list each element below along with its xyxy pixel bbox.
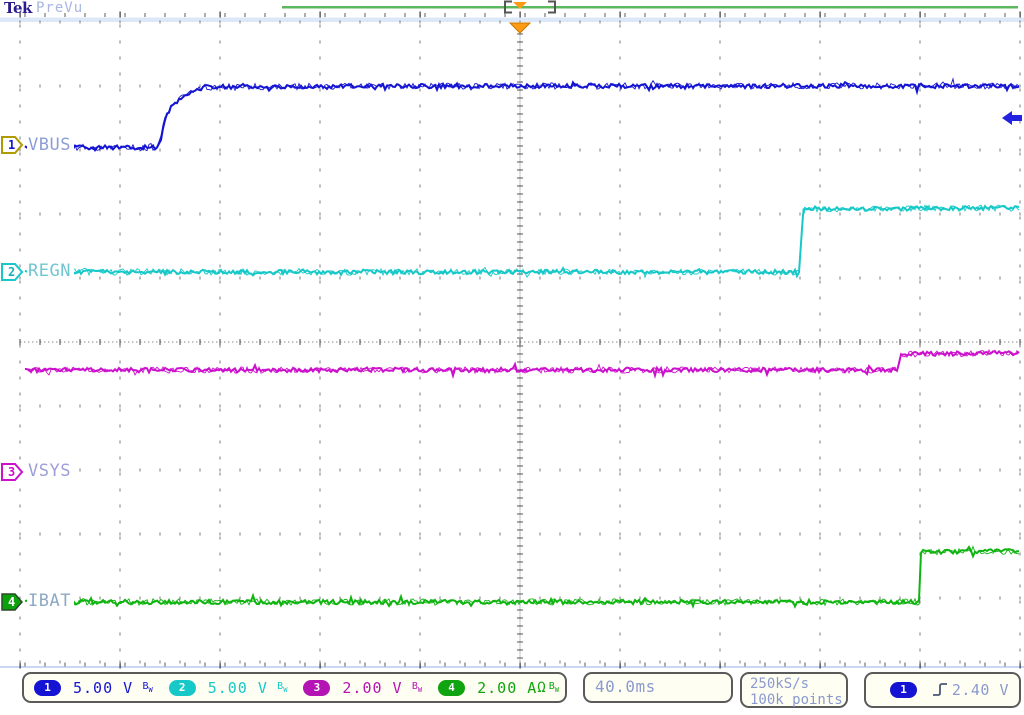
trigger-source-badge: 1: [890, 682, 917, 698]
center-axes: [20, 22, 1022, 662]
sample-rate: 250kS/s: [750, 676, 846, 692]
svg-text:4: 4: [8, 595, 15, 609]
ch3-waveform-label: VSYS: [27, 462, 74, 481]
ch2-waveform-label: REGN: [27, 262, 74, 281]
ch4-ground-marker[interactable]: 4: [1, 593, 24, 611]
trigger-level-icon[interactable]: [1002, 111, 1022, 125]
ch2-bandwidth-icon: BW: [277, 681, 287, 694]
rising-edge-icon: [931, 681, 949, 699]
ch4-bandwidth-icon: BW: [549, 681, 559, 694]
ch3-scale: 2.00 V: [342, 679, 402, 697]
svg-text:2: 2: [8, 265, 15, 279]
ch4-impedance-icon: Ω: [537, 680, 545, 696]
ch1-waveform-label: VBUS: [27, 136, 74, 155]
ch4-badge: 4: [438, 680, 465, 696]
scope-display: [0, 0, 1024, 715]
graticule-bottom-band: [0, 666, 1024, 668]
ch3-badge: 3: [303, 680, 330, 696]
trigger-readout[interactable]: 1 2.40 V: [864, 672, 1021, 708]
ch2-badge: 2: [169, 680, 196, 696]
trace-ibat: [25, 547, 1019, 607]
timebase-value: 40.0ms: [595, 677, 656, 696]
svg-text:3: 3: [8, 465, 15, 479]
record-length: 100k points: [750, 692, 846, 708]
acquisition-mode-label: PreVu: [36, 0, 83, 16]
ch2-scale: 5.00 V: [208, 679, 268, 697]
ch1-scale: 5.00 V: [73, 679, 133, 697]
header: Tek PreVu: [0, 0, 1024, 16]
horizontal-scale-readout[interactable]: 40.0ms: [583, 672, 733, 703]
trigger-position-icon[interactable]: [510, 23, 530, 33]
oscilloscope-screen: { "header": { "logo": "Tek", "acq_mode":…: [0, 0, 1024, 715]
tek-logo: Tek: [4, 0, 32, 17]
ch4-scale: 2.00 A: [477, 679, 537, 697]
ch1-ground-marker[interactable]: 1: [1, 136, 24, 154]
ch3-readout[interactable]: 3 2.00 V BW: [293, 679, 428, 697]
ch2-readout[interactable]: 2 5.00 V BW: [159, 679, 294, 697]
ch3-bandwidth-icon: BW: [412, 681, 422, 694]
channel-readout-panel[interactable]: 1 5.00 V BW 2 5.00 V BW 3 2.00 V BW 4 2.…: [22, 672, 567, 703]
ch1-badge: 1: [34, 680, 61, 696]
ch2-ground-marker[interactable]: 2: [1, 263, 24, 281]
ch1-bandwidth-icon: BW: [142, 681, 152, 694]
ch4-readout[interactable]: 4 2.00 A Ω BW: [428, 679, 565, 697]
ch1-readout[interactable]: 1 5.00 V BW: [24, 679, 159, 697]
ch3-ground-marker[interactable]: 3: [1, 463, 24, 481]
ch4-waveform-label: IBAT: [27, 592, 74, 611]
svg-text:1: 1: [8, 138, 15, 152]
graticule-top-band: [0, 18, 1024, 23]
acquisition-readout[interactable]: 250kS/s 100k points: [740, 672, 848, 708]
trigger-level-value: 2.40 V: [952, 681, 1009, 699]
